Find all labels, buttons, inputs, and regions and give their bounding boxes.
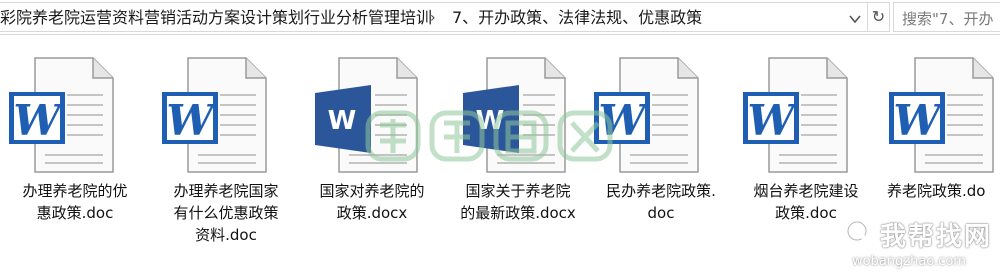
svg-text:W: W bbox=[747, 96, 798, 145]
file-name: 养老院政策.do bbox=[887, 182, 986, 200]
svg-text:W: W bbox=[166, 96, 217, 145]
refresh-button[interactable]: ↻ bbox=[868, 2, 890, 32]
word-2013-icon: W bbox=[315, 57, 418, 173]
svg-text:W: W bbox=[893, 96, 944, 145]
file-name: 办理养老院的优 惠政策.doc bbox=[22, 182, 128, 222]
svg-text:W: W bbox=[13, 96, 64, 145]
file-name: 烟台养老院建设 政策.doc bbox=[753, 182, 859, 222]
word-97-icon: W bbox=[162, 57, 267, 173]
breadcrumb-separator[interactable]: › bbox=[430, 7, 436, 29]
breadcrumb[interactable]: 彩院养老院运营资料营销活动方案设计策划行业分析管理培训 › 7、开办政策、法律法… bbox=[0, 2, 868, 32]
address-bar: 彩院养老院运营资料营销活动方案设计策划行业分析管理培训 › 7、开办政策、法律法… bbox=[0, 0, 1000, 35]
file-item[interactable]: W 养老院政策.do bbox=[877, 55, 1000, 276]
svg-text:W: W bbox=[328, 106, 357, 136]
word-97-icon: W bbox=[889, 57, 994, 173]
file-name: 民办养老院政策. doc bbox=[606, 182, 716, 222]
word-2013-icon: W bbox=[463, 57, 566, 173]
chevron-down-icon[interactable] bbox=[848, 12, 862, 26]
word-97-icon: W bbox=[9, 57, 114, 173]
refresh-icon: ↻ bbox=[871, 7, 886, 26]
file-name: 国家对养老院的 政策.docx bbox=[319, 182, 425, 222]
search-input[interactable]: 搜索"7、开办 bbox=[893, 2, 1000, 32]
svg-text:W: W bbox=[476, 106, 505, 136]
svg-text:W: W bbox=[598, 96, 649, 145]
word-97-icon: W bbox=[594, 57, 699, 173]
file-name: 办理养老院国家 有什么优惠政策 资料.doc bbox=[173, 182, 279, 244]
breadcrumb-item-current[interactable]: 7、开办政策、法律法规、优惠政策 bbox=[452, 7, 702, 29]
file-name: 国家关于养老院 的最新政策.docx bbox=[460, 182, 576, 222]
word-97-icon: W bbox=[743, 57, 848, 173]
search-placeholder: 搜索"7、开办 bbox=[902, 10, 994, 28]
breadcrumb-item-parent[interactable]: 彩院养老院运营资料营销活动方案设计策划行业分析管理培训 bbox=[0, 7, 432, 29]
